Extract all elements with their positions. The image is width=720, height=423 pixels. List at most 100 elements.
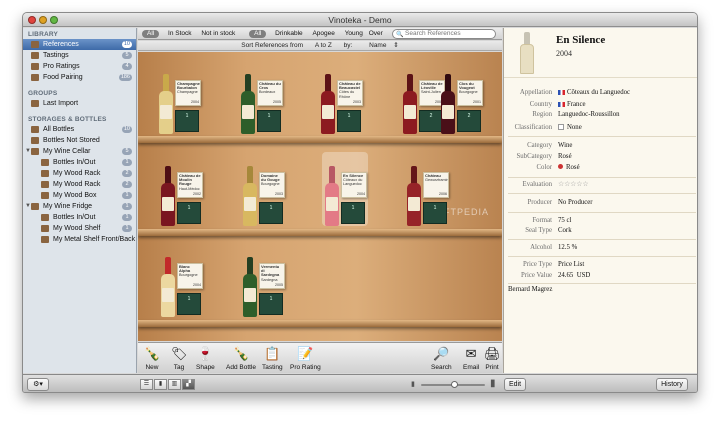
classification-checkbox[interactable] (558, 124, 564, 130)
close-window-button[interactable] (28, 16, 36, 24)
action-menu-button[interactable]: ⚙▾ (27, 378, 49, 391)
sidebar-item[interactable]: Pro Ratings 4 (23, 61, 136, 72)
wine-bottle-item[interactable]: Vermentu di Sardegna Sardegna 2005 1 (240, 243, 286, 317)
sidebar-item[interactable]: Bottles In/Out 1 (23, 212, 136, 223)
wine-tag-name: Clos du Vougeot (459, 81, 475, 91)
sidebar-item[interactable]: My Wood Rack 2 (23, 179, 136, 190)
over-filter[interactable]: Over (369, 28, 383, 40)
drinkable-filter[interactable]: Drinkable (275, 28, 302, 40)
bottom-toolbar: 🍾 New 🏷 Tag 🍷 Shape 🍾 Add Bottle 📋 Tasting 📝 P… (138, 342, 502, 373)
history-button[interactable]: History (656, 378, 688, 391)
wine-bottle-icon (325, 166, 339, 226)
rack-icon (41, 236, 49, 243)
wine-bottle-item[interactable]: Clos du Vougeot Bourgogne 2001 2 (438, 60, 484, 134)
wine-tag-extra: Bourgogne (179, 273, 198, 278)
wine-bottle-item[interactable]: En Silence Côteaux du Languedoc 2004 1 (322, 152, 368, 226)
storage-icon (31, 137, 39, 144)
list-view-button[interactable]: ☰ (140, 379, 153, 390)
divider (508, 283, 696, 284)
wine-tag: Vermentu di Sardegna Sardegna 2005 (259, 263, 285, 289)
wine-bottle-item[interactable]: Domaine du Gouge Bourgogne 2003 1 (240, 152, 286, 226)
add-bottle-button[interactable]: 🍾 Add Bottle (226, 346, 256, 371)
sort-by-popup[interactable]: Name ⇕ (364, 42, 399, 49)
rack-icon (41, 170, 49, 177)
stock-all-filter[interactable]: All (142, 30, 160, 38)
color-row: Color Rosé (536, 164, 580, 171)
wine-tag-extra: Sardegna (261, 277, 278, 282)
edit-button[interactable]: Edit (504, 378, 526, 391)
search-field[interactable]: 🔍 Search References (392, 29, 496, 39)
young-filter[interactable]: Young (345, 28, 363, 40)
tasting-button[interactable]: 📋 Tasting (262, 346, 283, 371)
wine-bottle-item[interactable]: Blanc Alpha Bourgogne 2004 1 (158, 243, 204, 317)
category-row: Category Wine (527, 142, 573, 149)
wine-tag: Blanc Alpha Bourgogne 2004 (177, 263, 203, 289)
wine-bottle-item[interactable]: Château de Beaucastel Côtes du Rhône 2003 1 (318, 60, 364, 134)
library-header: LIBRARY (28, 31, 59, 38)
storages-list: All Bottles 10 Bottles Not Stored ▼ My Wine … (23, 124, 136, 245)
sidebar-item[interactable]: My Wood Shelf 1 (23, 223, 136, 234)
email-button[interactable]: ✉ Email (463, 346, 479, 371)
wine-bottle-item[interactable]: ChâteauGewurztraminer20061 (404, 152, 450, 226)
sidebar-item[interactable]: Bottles Not Stored (23, 135, 136, 146)
wine-tag: En Silence Côteaux du Languedoc 2004 (341, 172, 367, 198)
wine-tag-year: 2004 (193, 282, 201, 287)
pro-rating-button[interactable]: 📝 Pro Rating (290, 346, 321, 371)
sidebar-item[interactable]: Bottles In/Out 1 (23, 157, 136, 168)
wine-tag-year: 2005 (273, 99, 281, 104)
sort-order-popup[interactable]: A to Z (315, 42, 332, 49)
status-all-filter[interactable]: All (249, 30, 267, 38)
wine-tag: ChâteauGewurztraminer2006 (423, 172, 449, 198)
wine-tag-name: Domaine du Gouge (261, 173, 280, 183)
wine-tag: Château de Beaucastel Côtes du Rhône 2003 (337, 80, 363, 106)
sidebar-item[interactable]: ▼ My Wine Cellar 5 (23, 146, 136, 157)
large-bottle-icon: ▮ (490, 378, 496, 389)
wine-bottle-item[interactable]: Château du Cros Bordeaux 2005 1 (238, 60, 284, 134)
wine-tag-year: 2003 (353, 99, 361, 104)
sidebar-item[interactable]: All Bottles 10 (23, 124, 136, 135)
split-view-button[interactable]: ▞ (182, 379, 195, 390)
sidebar-item[interactable]: My Wood Box 1 (23, 190, 136, 201)
sidebar-item[interactable]: My Wood Rack 2 (23, 168, 136, 179)
wine-tag-year: 2004 (357, 191, 365, 196)
zoom-slider[interactable] (421, 381, 485, 388)
zoom-window-button[interactable] (50, 16, 58, 24)
sidebar-item[interactable]: Food Pairing 186 (23, 72, 136, 83)
apogee-filter[interactable]: Apogee (312, 28, 334, 40)
producer-row: Producer No Producer (527, 199, 593, 206)
sidebar-item[interactable]: Tastings 5 (23, 50, 136, 61)
sidebar-item-label: My Wood Shelf (53, 225, 101, 232)
bottle-view-button[interactable]: ▮ (154, 379, 167, 390)
tag-button[interactable]: 🏷 Tag (171, 346, 188, 371)
sidebar-item-label: Bottles Not Stored (43, 137, 100, 144)
print-button[interactable]: 🖨 Print (484, 346, 501, 371)
wine-bottle-item[interactable]: Champagne Bourbalon Champagne 2004 1 (156, 60, 202, 134)
wine-bottle-item[interactable]: Château de Moulin Rouge Haut-Médoc 2002 1 (158, 152, 204, 226)
wine-bottle-icon (241, 74, 255, 134)
producer-note: Bernard Magrez (508, 286, 553, 293)
zoom-slider-knob[interactable] (451, 381, 458, 388)
in-stock-filter[interactable]: In Stock (168, 28, 191, 40)
star-rating[interactable]: ☆☆☆☆☆ (558, 180, 588, 190)
divider (508, 212, 696, 213)
shape-button[interactable]: 🍷 Shape (196, 346, 215, 371)
bottle-count-board: 1 (257, 110, 281, 132)
not-in-stock-filter[interactable]: Not in stock (201, 28, 235, 40)
search-button[interactable]: 🔎 Search (431, 346, 452, 371)
wine-tag-year: 2005 (275, 282, 283, 287)
sidebar-item[interactable]: ▼ My Wine Fridge 1 (23, 201, 136, 212)
count-badge: 1 (122, 159, 132, 166)
wine-tag-extra: Côteaux du Languedoc (343, 178, 363, 187)
sidebar-item-label: Bottles In/Out (53, 214, 96, 221)
sidebar-item[interactable]: My Metal Shelf Front/Back (23, 234, 136, 245)
minimize-window-button[interactable] (39, 16, 47, 24)
wine-tag-name: Château de Beaucastel (339, 81, 361, 91)
new-button[interactable]: 🍾 New (144, 346, 160, 371)
sidebar-item-label: All Bottles (43, 126, 75, 133)
sidebar-item[interactable]: References 10 (23, 39, 136, 50)
divider (508, 177, 696, 178)
count-badge: 1 (122, 214, 132, 221)
sidebar-item[interactable]: Last Import (23, 98, 136, 109)
france-flag-icon (558, 101, 565, 107)
shelf-view-button[interactable]: ▥ (168, 379, 181, 390)
